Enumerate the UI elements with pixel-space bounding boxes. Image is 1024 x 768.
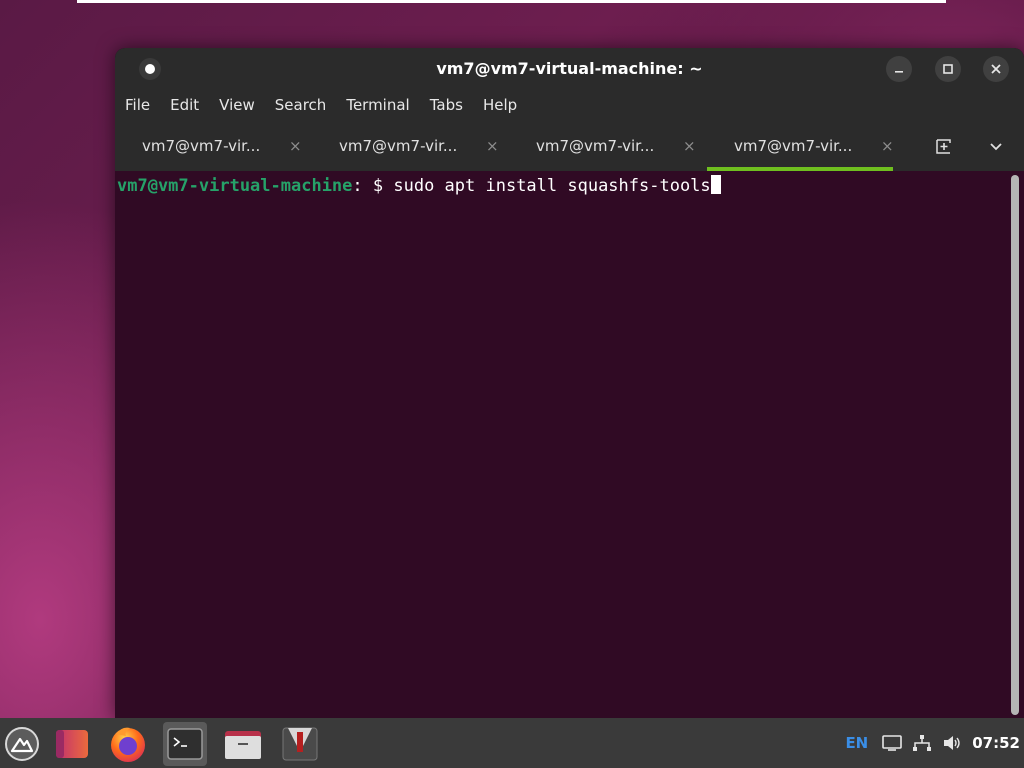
keyboard-language-indicator[interactable]: EN: [845, 734, 868, 752]
file-manager-button[interactable]: [221, 722, 265, 766]
menu-edit[interactable]: Edit: [160, 96, 209, 114]
system-tray: EN 07:52: [845, 718, 1020, 768]
installer-icon: [282, 727, 318, 761]
tabs-menu-button[interactable]: [982, 132, 1010, 160]
tab-label: vm7@vm7-vir...: [142, 136, 261, 155]
display-icon[interactable]: [882, 734, 903, 752]
prompt-user-host: vm7@vm7-virtual-machine: [117, 176, 353, 196]
tab-close-icon[interactable]: ×: [289, 137, 302, 155]
chevron-down-icon: [990, 143, 1002, 151]
menu-terminal[interactable]: Terminal: [336, 96, 419, 114]
title-bar[interactable]: vm7@vm7-virtual-machine: ~: [115, 48, 1024, 90]
tab-close-icon[interactable]: ×: [683, 137, 696, 155]
volume-icon[interactable]: [942, 734, 962, 752]
app-launcher-icon: [56, 730, 88, 758]
tab-label: vm7@vm7-vir...: [536, 136, 655, 155]
installer-button[interactable]: [278, 722, 322, 766]
tab-label: vm7@vm7-vir...: [734, 136, 853, 155]
terminal-window: vm7@vm7-virtual-machine: ~ File Edit Vie…: [115, 48, 1024, 718]
tab-close-icon[interactable]: ×: [881, 137, 894, 155]
menu-search[interactable]: Search: [265, 96, 337, 114]
top-window-edge: [77, 0, 946, 3]
prompt-line: vm7@vm7-virtual-machine: $ sudo apt inst…: [117, 175, 721, 197]
clock[interactable]: 07:52: [972, 734, 1020, 752]
network-icon[interactable]: [912, 734, 932, 752]
tab-1[interactable]: vm7@vm7-vir... ×: [115, 120, 312, 171]
menu-tabs[interactable]: Tabs: [420, 96, 473, 114]
maximize-button[interactable]: [935, 56, 961, 82]
terminal-icon: [167, 728, 203, 760]
scrollbar-thumb[interactable]: [1011, 175, 1019, 715]
tab-close-icon[interactable]: ×: [486, 137, 499, 155]
text-cursor: [710, 175, 721, 194]
start-menu-button[interactable]: [0, 722, 44, 766]
firefox-icon: [111, 727, 145, 762]
menu-bar: File Edit View Search Terminal Tabs Help: [115, 90, 1024, 120]
prompt-symbol: $: [362, 176, 394, 196]
file-manager-icon: [225, 731, 261, 759]
app-launcher-button[interactable]: [49, 722, 93, 766]
firefox-button[interactable]: [106, 722, 150, 766]
new-tab-button[interactable]: [930, 132, 958, 160]
command-text: sudo apt install squashfs-tools: [393, 176, 711, 196]
tab-3[interactable]: vm7@vm7-vir... ×: [509, 120, 706, 171]
tab-4-active[interactable]: vm7@vm7-vir... ×: [707, 120, 904, 171]
close-button[interactable]: [983, 56, 1009, 82]
close-icon: [991, 64, 1001, 74]
menu-help[interactable]: Help: [473, 96, 527, 114]
taskbar: EN 07:52: [0, 718, 1024, 768]
menu-view[interactable]: View: [209, 96, 265, 114]
start-menu-icon: [5, 727, 39, 761]
menu-file[interactable]: File: [115, 96, 160, 114]
new-tab-icon: [936, 139, 951, 154]
maximize-icon: [943, 64, 953, 74]
minimize-icon: [895, 71, 903, 73]
tab-2[interactable]: vm7@vm7-vir... ×: [312, 120, 509, 171]
minimize-button[interactable]: [886, 56, 912, 82]
tab-bar: vm7@vm7-vir... × vm7@vm7-vir... × vm7@vm…: [115, 120, 1024, 171]
prompt-path: :: [352, 176, 363, 196]
terminal-output[interactable]: vm7@vm7-virtual-machine: $ sudo apt inst…: [115, 171, 1012, 718]
tab-label: vm7@vm7-vir...: [339, 136, 458, 155]
terminal-taskbar-button[interactable]: [163, 722, 207, 766]
